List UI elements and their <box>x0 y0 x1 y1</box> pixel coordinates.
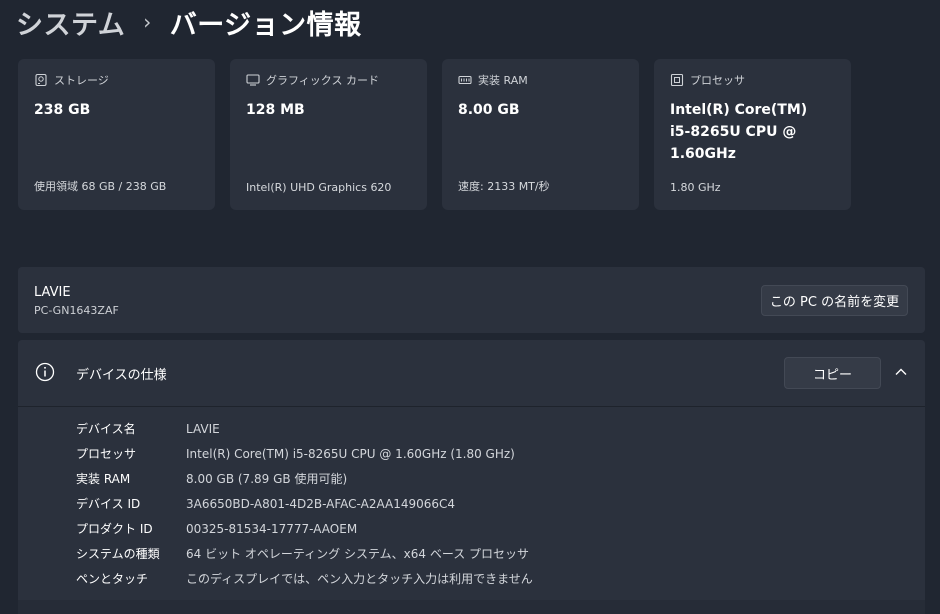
graphics-card-sub: Intel(R) UHD Graphics 620 <box>246 181 392 194</box>
storage-card-value: 238 GB <box>34 102 91 118</box>
storage-card-header: ストレージ <box>34 73 199 87</box>
graphics-card-label: グラフィックス カード <box>266 74 379 87</box>
ram-icon <box>458 75 472 85</box>
device-specs-title: デバイスの仕様 <box>76 368 167 383</box>
spec-row-device-id: デバイス ID 3A6650BD-A801-4D2B-AFAC-A2AA1490… <box>76 491 533 516</box>
breadcrumb-separator: › <box>143 10 152 34</box>
device-model: PC-GN1643ZAF <box>34 304 119 317</box>
processor-card-label: プロセッサ <box>690 74 745 87</box>
spec-value: 8.00 GB (7.89 GB 使用可能) <box>186 472 348 486</box>
spec-value: Intel(R) Core(TM) i5-8265U CPU @ 1.60GHz… <box>186 446 515 461</box>
ram-card[interactable]: 実装 RAM 8.00 GB 速度: 2133 MT/秒 <box>442 59 639 210</box>
graphics-card-header: グラフィックス カード <box>246 73 411 87</box>
device-specs-panel: デバイスの仕様 コピー デバイス名 LAVIE プロセッサ Intel(R) C… <box>18 340 925 614</box>
ram-card-label: 実装 RAM <box>478 74 528 87</box>
storage-card-label: ストレージ <box>54 74 109 87</box>
spec-value: LAVIE <box>186 421 220 436</box>
spec-label: 実装 RAM <box>76 472 131 486</box>
breadcrumb-parent-system[interactable]: システム <box>16 3 125 42</box>
monitor-icon <box>246 74 260 86</box>
spec-value: 64 ビット オペレーティング システム、x64 ベース プロセッサ <box>186 547 530 561</box>
ram-card-sub: 速度: 2133 MT/秒 <box>458 180 550 193</box>
ram-card-header: 実装 RAM <box>458 73 623 87</box>
graphics-card-value: 128 MB <box>246 102 305 118</box>
storage-card-sub: 使用領域 68 GB / 238 GB <box>34 180 167 193</box>
info-icon <box>35 362 55 382</box>
breadcrumb: システム › バージョン情報 <box>16 0 362 44</box>
device-specs-table: デバイス名 LAVIE プロセッサ Intel(R) Core(TM) i5-8… <box>76 416 533 591</box>
rename-pc-button[interactable]: この PC の名前を変更 <box>761 285 908 316</box>
storage-card[interactable]: ストレージ 238 GB 使用領域 68 GB / 238 GB <box>18 59 215 210</box>
processor-card-value: Intel(R) Core(TM) i5-8265U CPU @ 1.60GHz <box>670 99 835 165</box>
device-name-panel: LAVIE PC-GN1643ZAF この PC の名前を変更 <box>18 267 925 333</box>
spec-label: プロセッサ <box>76 447 137 461</box>
spec-label: システムの種類 <box>76 547 160 561</box>
processor-value-line-2: i5-8265U CPU @ <box>670 124 797 140</box>
page-title: バージョン情報 <box>169 9 362 41</box>
processor-icon <box>670 73 684 87</box>
processor-card-sub: 1.80 GHz <box>670 181 721 194</box>
ram-card-value: 8.00 GB <box>458 102 520 118</box>
device-specs-header[interactable]: デバイスの仕様 コピー <box>18 340 925 407</box>
spec-label: デバイス名 <box>76 422 136 436</box>
processor-value-line-3: 1.60GHz <box>670 146 736 162</box>
storage-icon <box>35 73 47 87</box>
spec-value: このディスプレイでは、ペン入力とタッチ入力は利用できません <box>186 572 533 586</box>
processor-card-header: プロセッサ <box>670 73 835 87</box>
chevron-up-icon[interactable] <box>893 364 909 380</box>
spec-row-product-id: プロダクト ID 00325-81534-17777-AAOEM <box>76 516 533 541</box>
processor-value-line-1: Intel(R) Core(TM) <box>670 102 808 118</box>
spec-label: ペンとタッチ <box>76 572 149 586</box>
spec-value: 00325-81534-17777-AAOEM <box>186 521 358 536</box>
spec-row-device-name: デバイス名 LAVIE <box>76 416 533 441</box>
spec-row-pen-touch: ペンとタッチ このディスプレイでは、ペン入力とタッチ入力は利用できません <box>76 566 533 591</box>
spec-row-system-type: システムの種類 64 ビット オペレーティング システム、x64 ベース プロセ… <box>76 541 533 566</box>
spec-row-ram: 実装 RAM 8.00 GB (7.89 GB 使用可能) <box>76 466 533 491</box>
processor-card[interactable]: プロセッサ Intel(R) Core(TM) i5-8265U CPU @ 1… <box>654 59 851 210</box>
next-section-edge <box>18 600 925 614</box>
spec-label: デバイス ID <box>76 497 141 511</box>
spec-row-processor: プロセッサ Intel(R) Core(TM) i5-8265U CPU @ 1… <box>76 441 533 466</box>
copy-button[interactable]: コピー <box>784 357 881 389</box>
device-name: LAVIE <box>34 285 71 300</box>
spec-label: プロダクト ID <box>76 522 153 536</box>
spec-value: 3A6650BD-A801-4D2B-AFAC-A2AA149066C4 <box>186 496 456 511</box>
graphics-card[interactable]: グラフィックス カード 128 MB Intel(R) UHD Graphics… <box>230 59 427 210</box>
